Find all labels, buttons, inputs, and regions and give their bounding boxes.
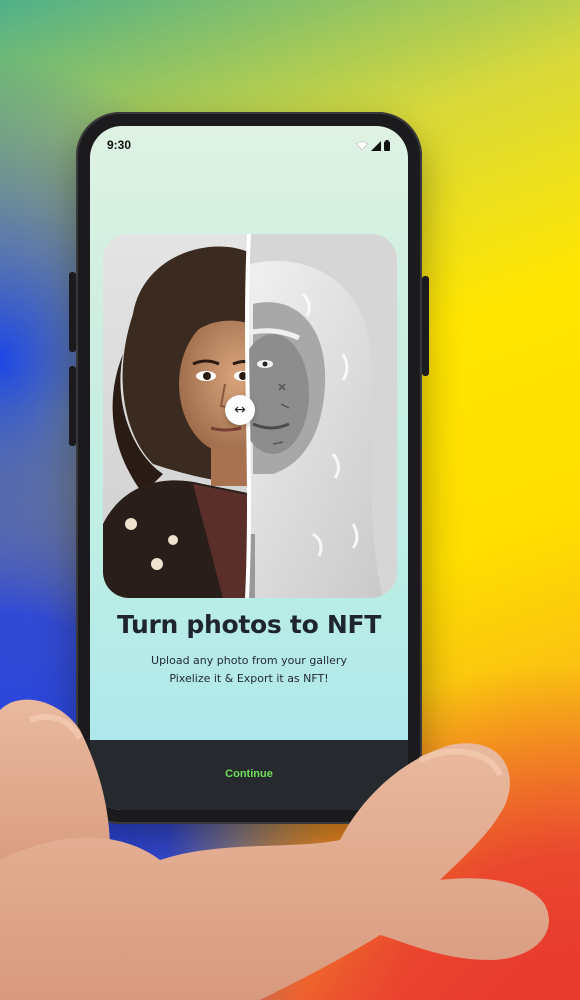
phone-side-button-left-top <box>69 272 76 352</box>
status-icons <box>356 140 390 151</box>
battery-icon <box>384 140 390 151</box>
subtitle-line-2: Pixelize it & Export it as NFT! <box>169 672 329 685</box>
left-right-arrow-icon: ↔ <box>234 402 246 418</box>
wifi-icon <box>356 141 368 151</box>
continue-button[interactable]: Continue <box>90 760 408 788</box>
phone-screen: 9:30 ↔ Turn photos to NFT Upload any pho… <box>90 126 408 810</box>
compare-slider-handle[interactable]: ↔ <box>225 395 255 425</box>
phone-frame: 9:30 ↔ Turn photos to NFT Upload any pho… <box>69 112 429 824</box>
onboarding-subtitle: Upload any photo from your gallery Pixel… <box>90 652 408 688</box>
status-bar: 9:30 <box>90 126 408 162</box>
cellular-signal-icon <box>371 141 381 151</box>
bottom-action-bar: Continue <box>90 740 408 810</box>
status-time: 9:30 <box>107 138 132 152</box>
onboarding-title: Turn photos to NFT <box>117 610 381 639</box>
phone-side-button-left-bottom <box>69 366 76 446</box>
phone-side-button-right <box>422 276 429 376</box>
subtitle-line-1: Upload any photo from your gallery <box>151 654 347 667</box>
